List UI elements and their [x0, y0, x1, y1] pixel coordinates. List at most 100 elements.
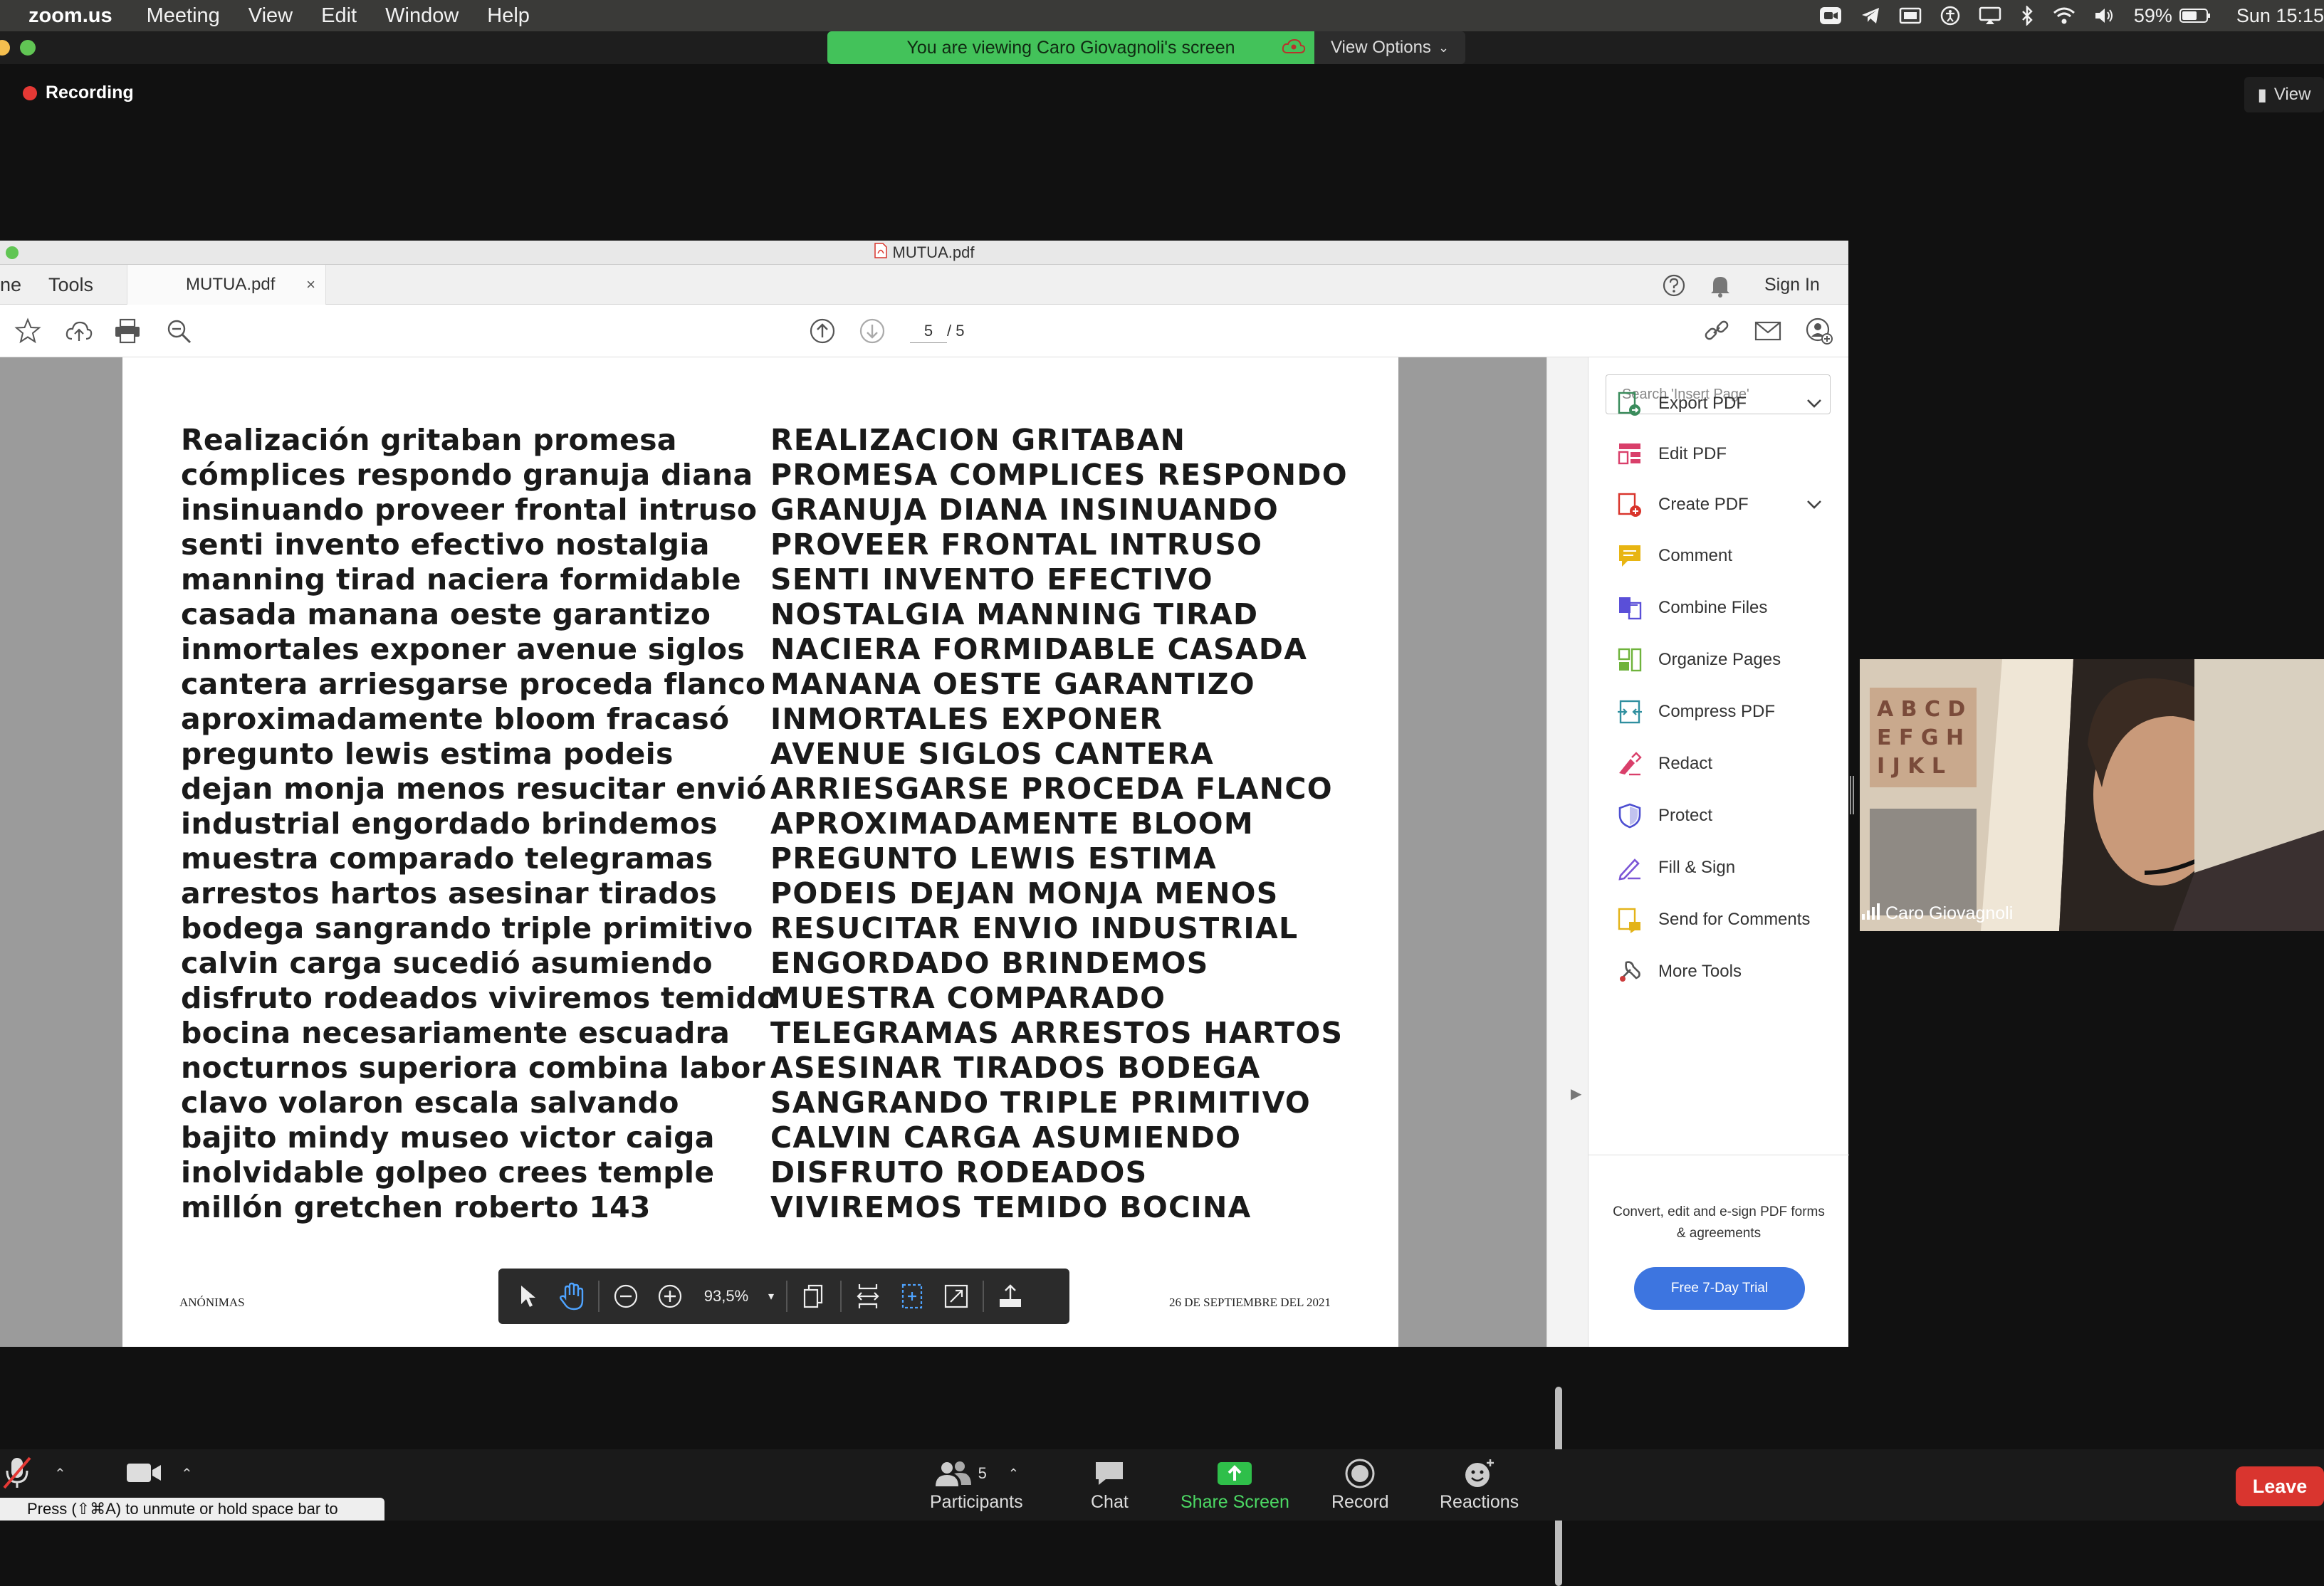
tool-label: Organize Pages	[1658, 650, 1781, 669]
tool-fill-sign[interactable]: Fill & Sign	[1616, 850, 1735, 886]
chat-label: Chat	[1091, 1492, 1129, 1512]
tool-comment[interactable]: Comment	[1616, 538, 1732, 574]
zoom-out-search-icon[interactable]	[164, 316, 194, 346]
acrobat-toolbar: 5 / 5	[0, 305, 1848, 357]
tool-edit-pdf[interactable]: Edit PDF	[1616, 436, 1727, 472]
tool-export-pdf[interactable]: Export PDF	[1616, 386, 1821, 421]
chevron-down-icon[interactable]	[1806, 495, 1822, 515]
fit-width-icon[interactable]	[846, 1269, 890, 1324]
recording-indicator[interactable]: Recording	[23, 83, 134, 103]
acrobat-title-bar: MUTUA.pdf	[0, 241, 1848, 265]
text-line: PREGUNTO LEWIS ESTIMA	[770, 841, 1217, 876]
participants-button[interactable]: 5 ⌃ Participants	[930, 1455, 1023, 1513]
tool-create-pdf[interactable]: Create PDF	[1616, 487, 1821, 522]
vertical-scrollbar[interactable]	[1546, 357, 1588, 1347]
battery-icon[interactable]	[2179, 8, 2211, 23]
tool-compress-pdf[interactable]: Compress PDF	[1616, 694, 1775, 730]
zoom-in-icon[interactable]	[648, 1269, 692, 1324]
comment-icon	[1616, 542, 1644, 570]
tab-home[interactable]: ne	[0, 265, 43, 305]
accessibility-icon[interactable]	[1940, 6, 1960, 26]
leave-button[interactable]: Leave	[2236, 1466, 2324, 1506]
print-icon[interactable]	[112, 316, 142, 346]
organize-pages-icon	[1616, 646, 1644, 674]
free-trial-button[interactable]: Free 7-Day Trial	[1634, 1267, 1805, 1310]
tool-label: Combine Files	[1658, 598, 1768, 617]
participant-video[interactable]: A B C D E F G H I J K L	[1860, 659, 2324, 931]
hand-tool-icon[interactable]	[550, 1269, 594, 1324]
notifications-bell-icon[interactable]	[1709, 273, 1732, 301]
help-icon[interactable]	[1662, 273, 1686, 301]
pdf-page: Realización gritaban promesa cómplices re…	[122, 357, 1398, 1347]
add-user-icon[interactable]	[1804, 316, 1834, 346]
tool-protect[interactable]: Protect	[1616, 798, 1712, 834]
text-line: muestra comparado telegramas	[181, 841, 713, 876]
chat-icon	[1093, 1455, 1126, 1492]
email-icon[interactable]	[1753, 316, 1783, 346]
share-screen-button[interactable]: Share Screen	[1181, 1455, 1289, 1513]
airplay-icon[interactable]	[1979, 6, 2001, 25]
view-options-dropdown[interactable]: View Options ⌄	[1314, 31, 1465, 64]
window-minimize-button[interactable]	[0, 40, 10, 56]
screen-mirror-icon[interactable]	[1899, 6, 1922, 25]
zoom-out-icon[interactable]	[604, 1269, 648, 1324]
fit-page-icon[interactable]	[890, 1269, 934, 1324]
chevron-down-icon[interactable]	[1806, 394, 1822, 414]
signal-bars-icon	[1861, 903, 1880, 925]
cloud-upload-icon[interactable]	[64, 316, 94, 346]
combine-files-icon	[1616, 594, 1644, 622]
sign-in-button[interactable]: Sign In	[1764, 275, 1820, 295]
text-line: bocina necesariamente escuadra	[181, 1016, 731, 1050]
tool-label: More Tools	[1658, 962, 1742, 981]
tool-send-for-comments[interactable]: Send for Comments	[1616, 902, 1810, 938]
text-line: inolvidable golpeo crees temple	[181, 1155, 715, 1190]
share-upload-icon[interactable]	[988, 1269, 1032, 1324]
video-resize-handle[interactable]	[1850, 776, 1854, 814]
full-screen-icon[interactable]	[934, 1269, 978, 1324]
zoom-dropdown-icon[interactable]: ▾	[760, 1269, 782, 1324]
window-zoom-button[interactable]	[20, 40, 36, 56]
record-button[interactable]: Record	[1331, 1455, 1389, 1513]
text-line: GRANUJA DIANA INSINUANDO	[770, 493, 1279, 527]
tool-organize-pages[interactable]: Organize Pages	[1616, 642, 1781, 678]
view-layout-button[interactable]: ▮ View	[2244, 77, 2324, 112]
text-line: ASESINAR TIRADOS BODEGA	[770, 1051, 1261, 1085]
tool-combine-files[interactable]: Combine Files	[1616, 590, 1767, 626]
tool-redact[interactable]: Redact	[1616, 746, 1712, 782]
star-icon[interactable]	[13, 316, 43, 346]
previous-page-icon[interactable]	[807, 316, 837, 346]
app-menu[interactable]: zoom.us	[28, 4, 112, 28]
share-link-icon[interactable]	[1702, 316, 1732, 346]
participants-chevron-icon[interactable]: ⌃	[1008, 1466, 1019, 1481]
tab-tools[interactable]: Tools	[48, 265, 127, 305]
chat-button[interactable]: Chat	[1091, 1455, 1129, 1513]
page-number-input[interactable]: 5	[910, 319, 947, 343]
zoom-status-icon[interactable]	[1819, 6, 1842, 25]
video-options-chevron-icon[interactable]: ⌃	[181, 1465, 193, 1483]
wifi-icon[interactable]	[2053, 6, 2076, 25]
bluetooth-icon[interactable]	[2020, 6, 2034, 26]
window-zoom-button[interactable]	[6, 246, 19, 259]
video-camera-icon[interactable]	[125, 1461, 162, 1488]
menu-view[interactable]: View	[248, 4, 293, 28]
compress-pdf-icon	[1616, 698, 1644, 726]
menu-window[interactable]: Window	[385, 4, 459, 28]
text-line: PROMESA COMPLICES RESPONDO	[770, 458, 1348, 492]
mute-microphone-icon[interactable]	[1, 1455, 33, 1494]
menu-edit[interactable]: Edit	[321, 4, 357, 28]
zoom-level-field[interactable]: 93,5%	[692, 1287, 760, 1306]
menu-meeting[interactable]: Meeting	[147, 4, 220, 28]
volume-icon[interactable]	[2094, 6, 2115, 25]
menu-help[interactable]: Help	[487, 4, 530, 28]
menu-clock[interactable]: Sun 15:15	[2236, 5, 2324, 27]
close-tab-icon[interactable]: ×	[306, 275, 315, 294]
telegram-icon[interactable]	[1860, 6, 1880, 25]
tab-document[interactable]: MUTUA.pdf ×	[127, 265, 326, 305]
tool-more-tools[interactable]: More Tools	[1616, 954, 1742, 989]
next-page-icon[interactable]	[857, 316, 887, 346]
page-copy-icon[interactable]	[792, 1269, 836, 1324]
select-arrow-icon[interactable]	[506, 1269, 550, 1324]
audio-options-chevron-icon[interactable]: ⌃	[54, 1465, 66, 1483]
reactions-button[interactable]: Reactions	[1440, 1455, 1519, 1513]
collapse-pane-icon[interactable]: ▶	[1571, 1085, 1581, 1103]
